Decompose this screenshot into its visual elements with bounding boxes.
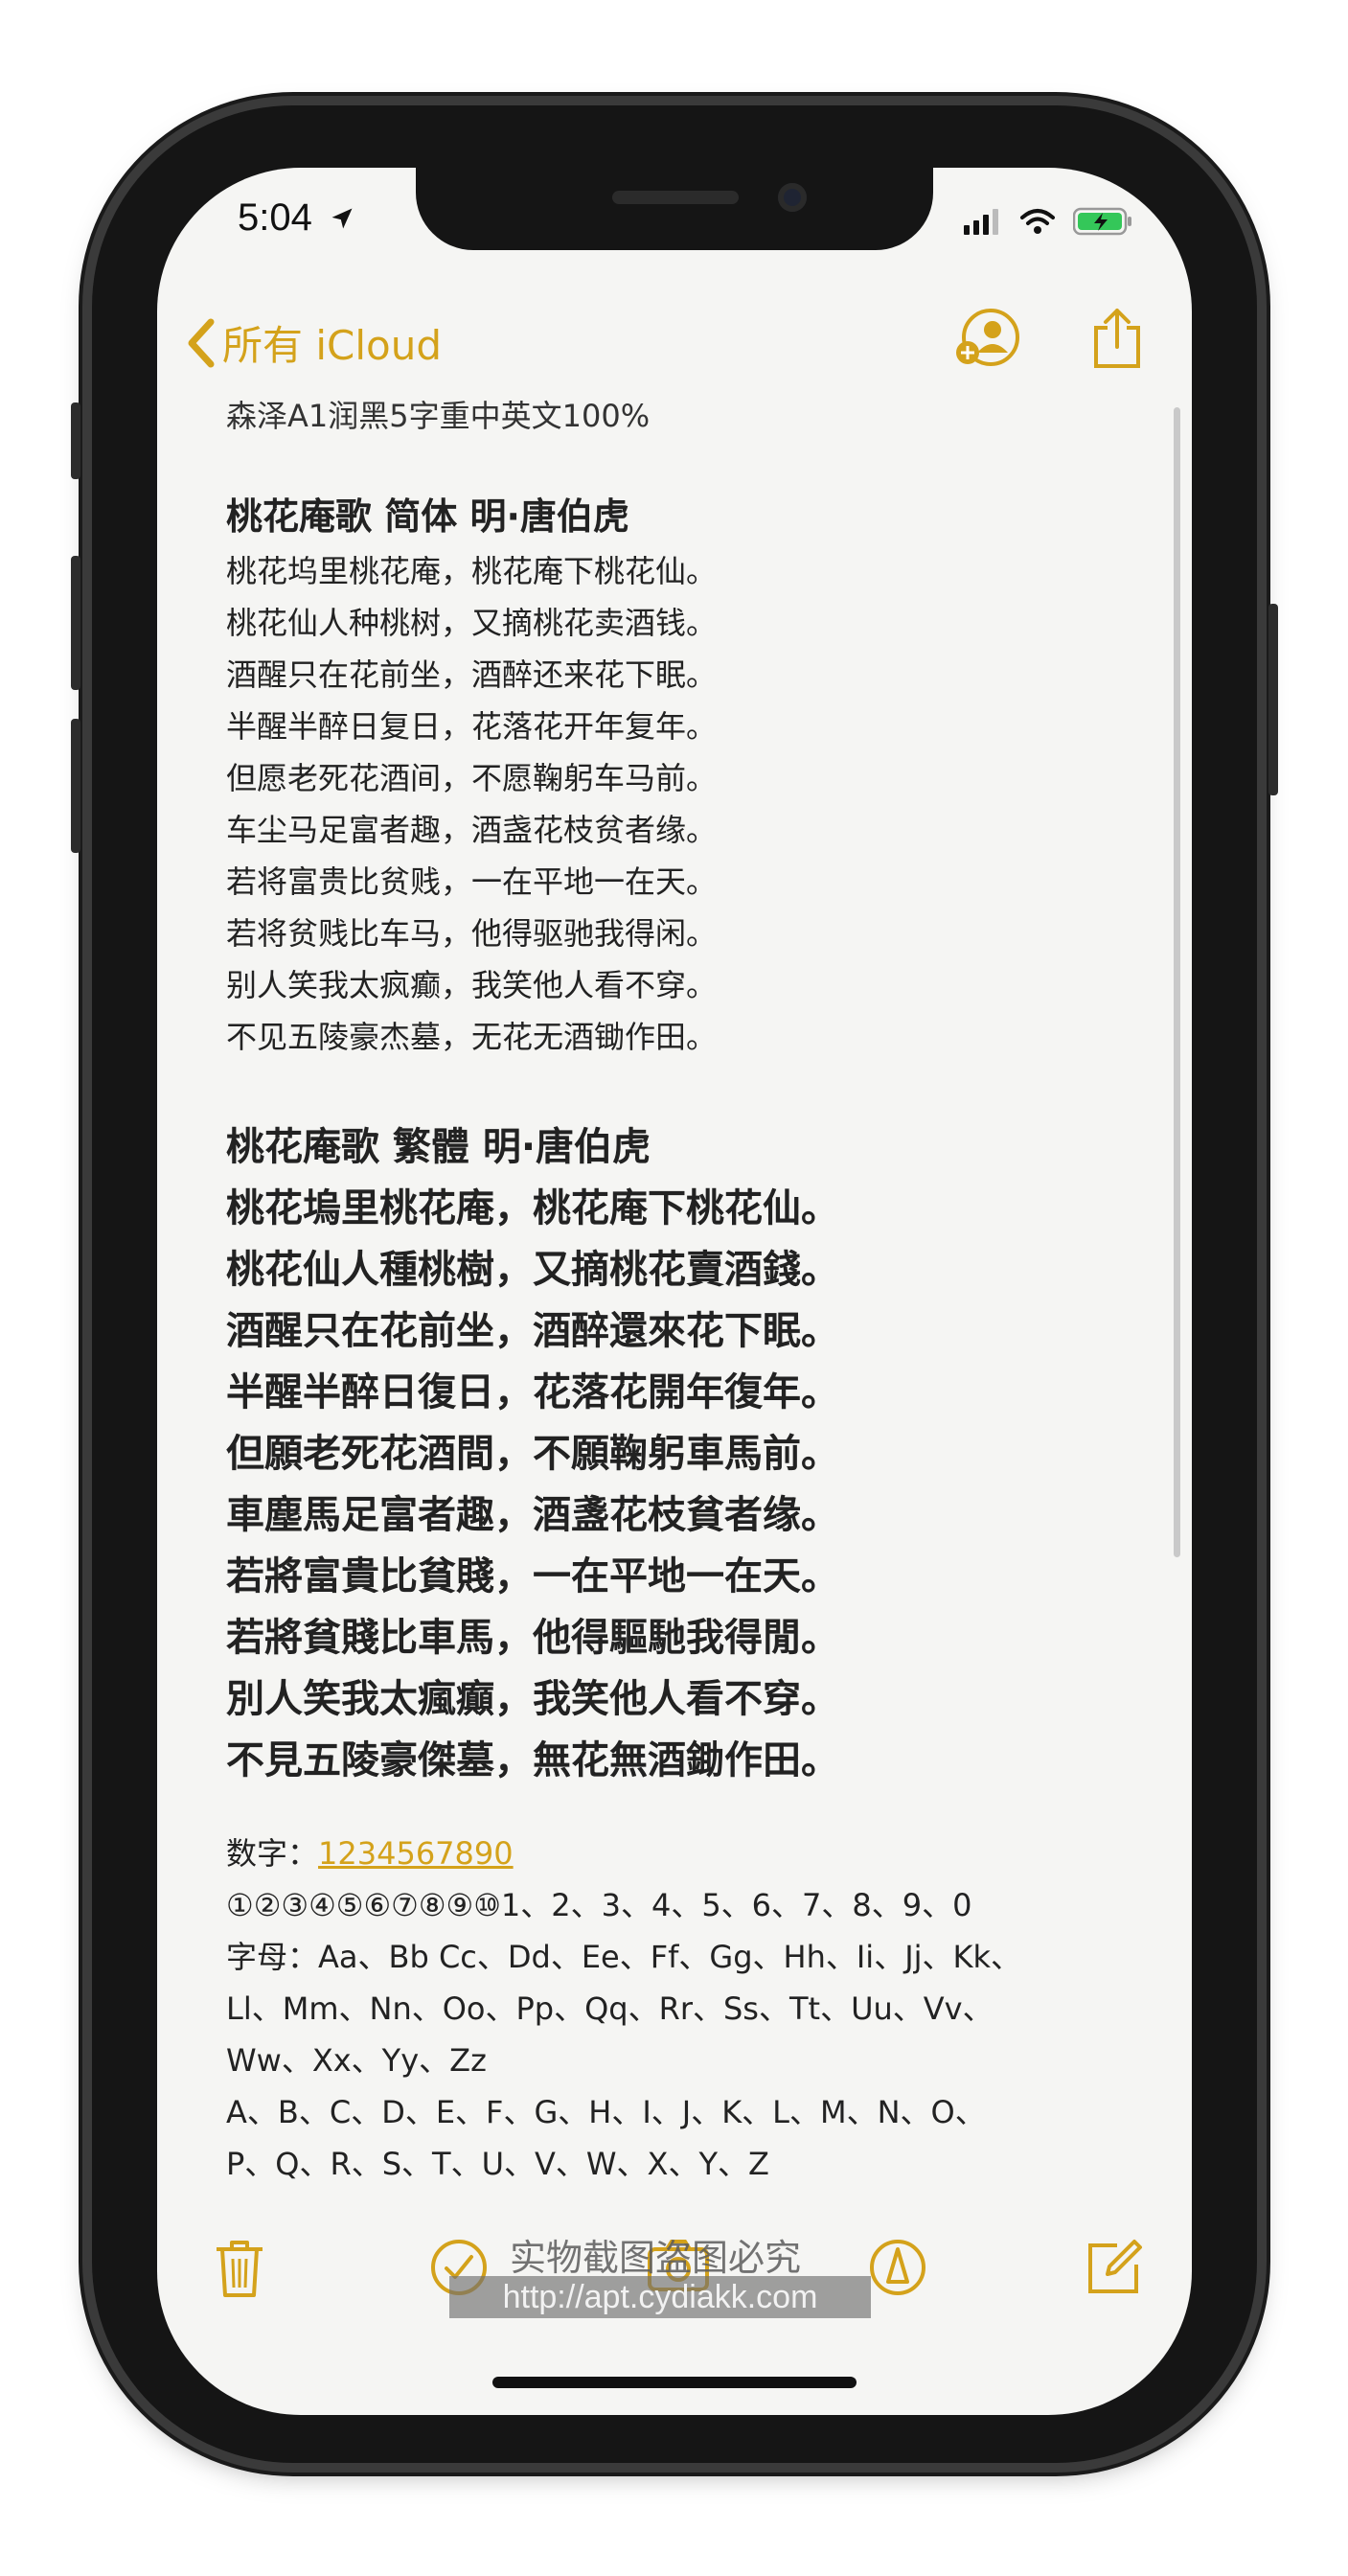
poem-line: 半醒半醉日复日，花落花开年复年。 — [226, 708, 718, 745]
poem-line: 但愿老死花酒间，不愿鞠躬车马前。 — [226, 760, 718, 796]
poem-line: 酒醒只在花前坐，酒醉還來花下眠。 — [226, 1309, 839, 1353]
compose-icon[interactable] — [1085, 2238, 1144, 2297]
mute-switch — [71, 402, 80, 479]
navigation-bar: 所有 iCloud — [157, 302, 1192, 388]
digits-line: 数字：1234567890 — [226, 1828, 1127, 1879]
notch — [416, 168, 933, 250]
poem-line: 但願老死花酒間，不願鞠躬車馬前。 — [226, 1432, 839, 1476]
poem-line: 桃花仙人种桃树，又摘桃花卖酒钱。 — [226, 605, 718, 641]
status-time: 5:04 — [238, 196, 355, 240]
status-time-text: 5:04 — [238, 196, 312, 239]
note-body[interactable]: 森泽A1润黑5字重中英文100% 桃花庵歌 简体 明·唐伯虎 桃花坞里桃花庵，桃… — [226, 390, 1127, 2190]
scrollbar[interactable] — [1174, 407, 1180, 1557]
markup-icon[interactable] — [868, 2238, 927, 2297]
back-label: 所有 iCloud — [222, 322, 442, 369]
front-camera — [778, 183, 807, 212]
sample-line: Ll、Mm、Nn、Oo、Pp、Qq、Rr、Ss、Tt、Uu、Vv、 — [226, 1990, 994, 2027]
poem-line: 車塵馬足富者趣，酒盞花枝貧者缘。 — [226, 1493, 839, 1537]
watermark-url: http://apt.cydiakk.com — [449, 2276, 871, 2318]
volume-up-button — [71, 556, 80, 690]
poem-line: 桃花塢里桃花庵，桃花庵下桃花仙。 — [226, 1186, 839, 1230]
poem-line: 桃花坞里桃花庵，桃花庵下桃花仙。 — [226, 553, 718, 589]
poem-line: 桃花仙人種桃樹，又摘桃花賣酒錢。 — [226, 1248, 839, 1292]
poem-traditional: 桃花塢里桃花庵，桃花庵下桃花仙。 桃花仙人種桃樹，又摘桃花賣酒錢。 酒醒只在花前… — [226, 1178, 1127, 1791]
chevron-left-icon — [188, 318, 215, 367]
add-person-icon[interactable] — [954, 307, 1023, 368]
sample-line: P、Q、R、S、T、U、V、W、X、Y、Z — [226, 2146, 769, 2182]
poem-line: 不見五陵豪傑墓，無花無酒鋤作田。 — [226, 1738, 839, 1782]
poem-line: 半醒半醉日復日，花落花開年復年。 — [226, 1370, 839, 1414]
poem-line: 车尘马足富者趣，酒盏花枝贫者缘。 — [226, 812, 718, 848]
side-button — [1268, 604, 1278, 795]
home-indicator[interactable] — [492, 2377, 857, 2388]
watermark-text: 实物截图盗图必究 — [509, 2237, 801, 2279]
sample-characters: 数字：1234567890 ①②③④⑤⑥⑦⑧⑨⑩1、2、3、4、5、6、7、8、… — [226, 1828, 1127, 2190]
volume-down-button — [71, 719, 80, 853]
digits-link[interactable]: 1234567890 — [318, 1835, 514, 1872]
status-indicators — [964, 204, 1134, 239]
signal-icon — [964, 209, 998, 235]
speaker — [612, 191, 739, 204]
sample-line: Ww、Xx、Yy、Zz — [226, 2042, 487, 2079]
poem-title-simplified: 桃花庵歌 简体 明·唐伯虎 — [226, 495, 629, 538]
poem-line: 不见五陵豪杰墓，无花无酒锄作田。 — [226, 1019, 718, 1055]
nav-actions — [954, 307, 1144, 370]
poem-line: 若将富贵比贫贱，一在平地一在天。 — [226, 863, 718, 900]
digits-label: 数字： — [226, 1835, 319, 1872]
location-arrow-icon — [331, 208, 353, 229]
back-button[interactable]: 所有 iCloud — [186, 313, 442, 372]
sample-line: 字母：Aa、Bb Cc、Dd、Ee、Ff、Gg、Hh、Ii、Jj、Kk、 — [226, 1939, 1022, 1975]
battery-charging-icon — [1073, 207, 1131, 236]
poem-title-traditional: 桃花庵歌 繁體 明·唐伯虎 — [226, 1125, 651, 1169]
poem-line: 別人笑我太瘋癲，我笑他人看不穿。 — [226, 1677, 839, 1721]
poem-line: 若将贫贱比车马，他得驱驰我得闲。 — [226, 915, 718, 952]
font-info-line: 森泽A1润黑5字重中英文100% — [226, 398, 651, 434]
wifi-icon — [1020, 209, 1055, 234]
screen: 5:04 所有 iCloud 森泽A1润黑5字重中英文100% 桃花庵歌 简体 … — [157, 168, 1192, 2415]
sample-line: ①②③④⑤⑥⑦⑧⑨⑩1、2、3、4、5、6、7、8、9、0 — [226, 1887, 972, 1923]
poem-line: 若將富貴比貧賤，一在平地一在天。 — [226, 1554, 839, 1598]
sample-line: A、B、C、D、E、F、G、H、I、J、K、L、M、N、O、 — [226, 2094, 986, 2130]
poem-line: 酒醒只在花前坐，酒醉还来花下眠。 — [226, 656, 718, 693]
trash-icon[interactable] — [213, 2238, 266, 2301]
poem-simplified: 桃花坞里桃花庵，桃花庵下桃花仙。 桃花仙人种桃树，又摘桃花卖酒钱。 酒醒只在花前… — [226, 545, 1127, 1063]
poem-line: 别人笑我太疯癫，我笑他人看不穿。 — [226, 967, 718, 1003]
poem-line: 若將貧賤比車馬，他得驅馳我得閒。 — [226, 1616, 839, 1660]
share-icon[interactable] — [1090, 307, 1144, 370]
